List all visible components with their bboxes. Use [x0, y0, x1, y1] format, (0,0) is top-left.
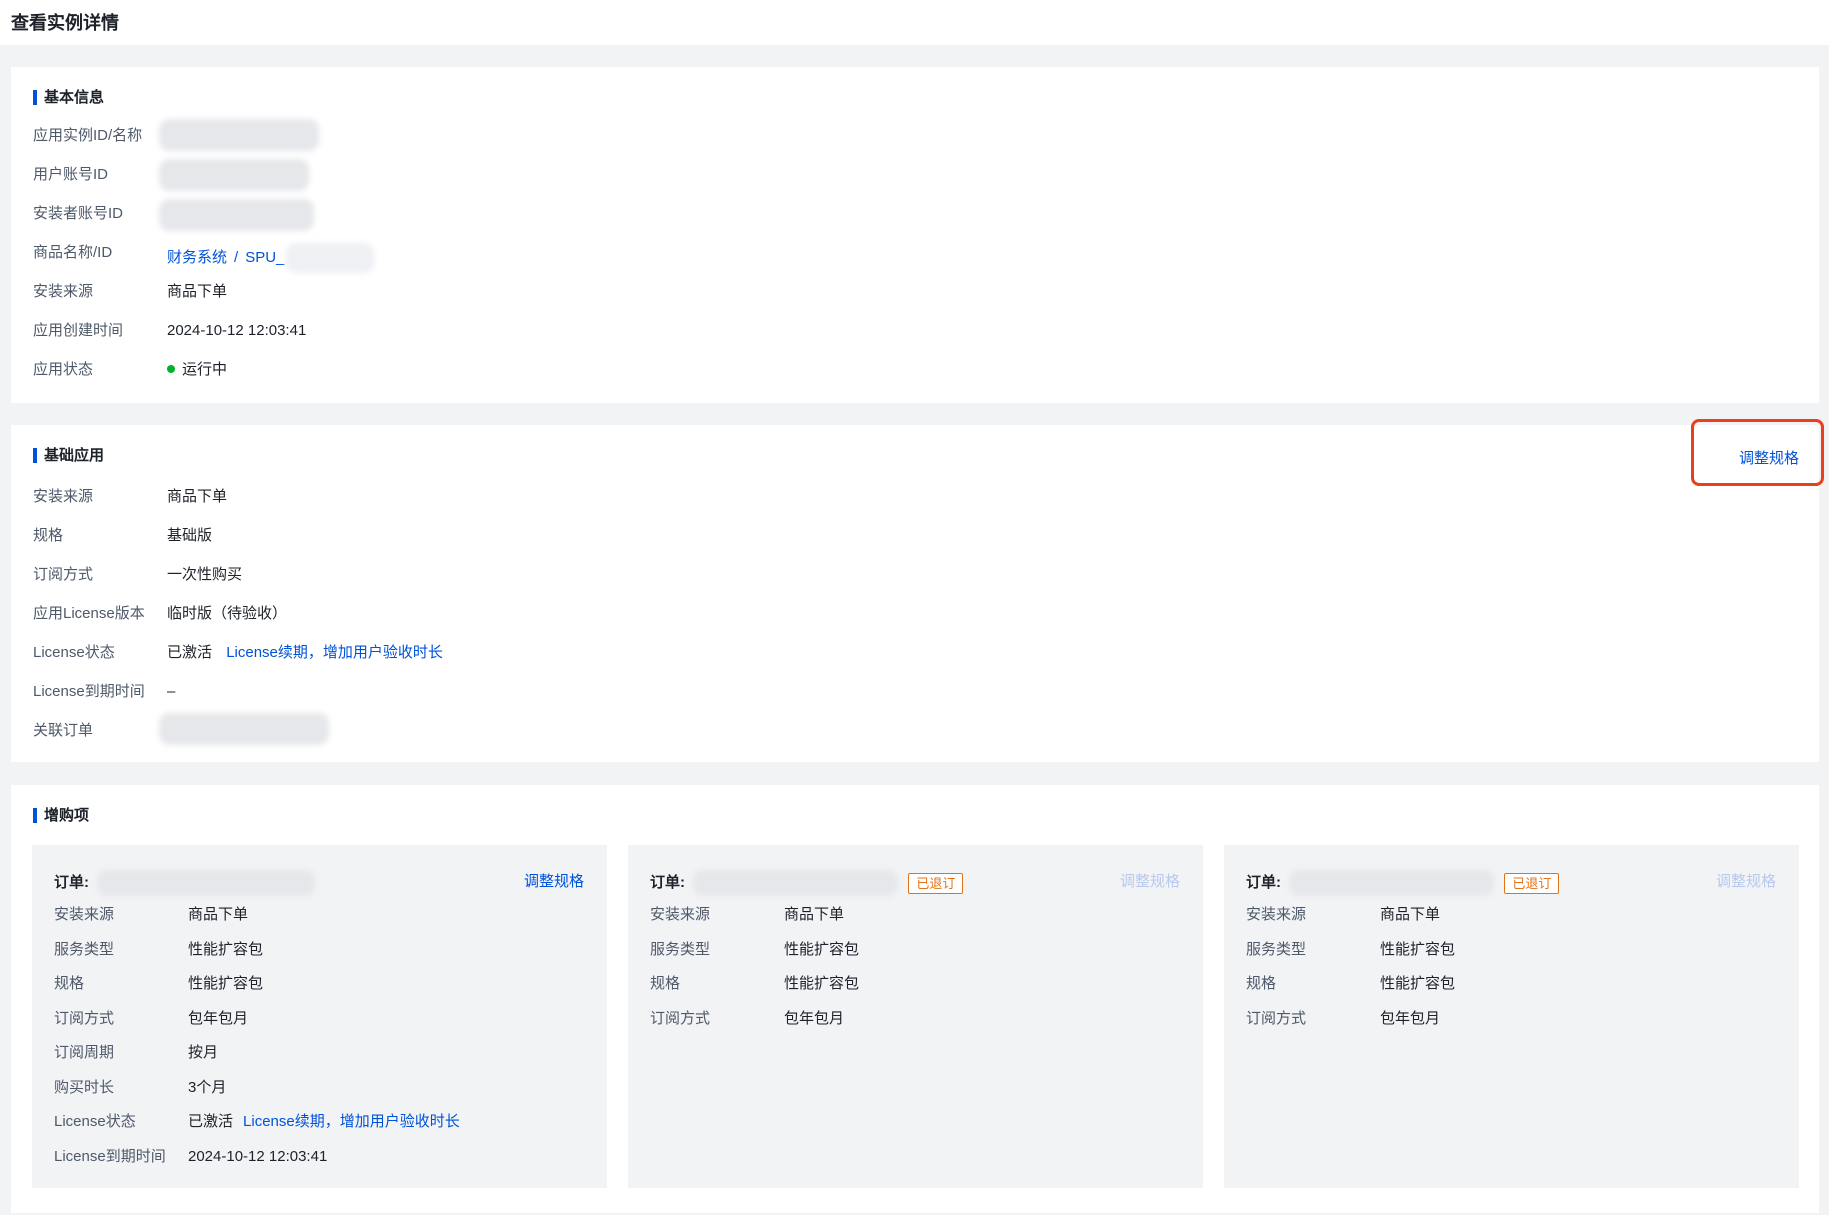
order-license-status: 已激活 License续期，增加用户验收时长 — [188, 1112, 460, 1132]
status-value: 运行中 — [167, 360, 227, 380]
info-value: 2024-10-12 12:03:41 — [167, 322, 307, 339]
info-label: 安装来源 — [33, 488, 94, 505]
order-row-label: 服务类型 — [650, 941, 711, 958]
order-header: 订单: 已退订 调整规格 — [650, 870, 1180, 896]
info-label: 商品名称/ID — [33, 244, 113, 261]
addon-order-card: 订单: 已退订 调整规格 安装来源 商品下单 服务类型 性能扩容包 规格 性能扩容包 … — [1224, 845, 1799, 1188]
order-label: 订单: — [1246, 873, 1281, 891]
order-label: 订单: — [54, 873, 89, 891]
addon-card: 增购项 订单: 调整规格 安装来源 商品下单 服务类型 性能扩容包 规格 性能扩容包 … — [11, 785, 1819, 1213]
order-row-value: 按月 — [188, 1044, 219, 1061]
order-row-value: 性能扩容包 — [188, 975, 264, 992]
redacted-order-id — [693, 870, 899, 896]
order-row-label: 安装来源 — [54, 906, 115, 923]
info-value: – — [167, 683, 176, 700]
info-label: 应用创建时间 — [33, 322, 124, 339]
order-row-label: 订阅周期 — [54, 1044, 115, 1061]
info-label: 用户账号ID — [33, 166, 109, 183]
info-label: 应用状态 — [33, 361, 94, 378]
license-status-text: 已激活 — [167, 644, 213, 661]
unsubscribed-badge: 已退订 — [1504, 872, 1560, 894]
info-label: 订阅方式 — [33, 566, 94, 583]
product-spu-link[interactable]: SPU_ — [245, 249, 284, 266]
order-row-value: 商品下单 — [188, 906, 249, 923]
order-row-value: 性能扩容包 — [1380, 941, 1456, 958]
info-label: 规格 — [33, 527, 64, 544]
base-app-title: 基础应用 — [33, 447, 104, 464]
order-adjust-spec-button[interactable]: 调整规格 — [1716, 870, 1776, 894]
order-row-value: 性能扩容包 — [784, 975, 860, 992]
page-header: 查看实例详情 — [0, 0, 1829, 45]
license-status-value: 已激活 License续期，增加用户验收时长 — [167, 643, 443, 663]
redacted-user-account — [159, 159, 309, 191]
info-value: 商品下单 — [167, 488, 228, 505]
basic-info-card: 基本信息 应用实例ID/名称 用户账号ID 安装者账号ID 商品名称/ID 财务… — [11, 67, 1819, 403]
order-row-label: 安装来源 — [650, 906, 711, 923]
related-order-value — [159, 713, 329, 745]
order-row-label: 订阅方式 — [650, 1010, 711, 1027]
order-row-label: 规格 — [650, 975, 681, 992]
order-row-label: 订阅方式 — [54, 1010, 115, 1027]
order-row-value: 包年包月 — [1380, 1010, 1441, 1027]
redacted-order-id — [1289, 870, 1495, 896]
order-header: 订单: 调整规格 — [54, 870, 584, 896]
order-row-value: 包年包月 — [784, 1010, 845, 1027]
status-dot-icon — [167, 365, 175, 373]
redacted-installer-account — [159, 199, 314, 231]
highlight-annotation — [1691, 419, 1824, 486]
order-row-value: 性能扩容包 — [784, 941, 860, 958]
order-row-label: 安装来源 — [1246, 906, 1307, 923]
status-text: 运行中 — [182, 361, 228, 378]
product-value: 财务系统 / SPU_ — [167, 243, 375, 273]
order-row-value: 包年包月 — [188, 1010, 249, 1027]
info-label: 关联订单 — [33, 722, 94, 739]
redacted-order-id — [97, 870, 316, 896]
unsubscribed-badge: 已退订 — [908, 872, 964, 894]
info-value: 基础版 — [167, 527, 213, 544]
info-label: License到期时间 — [33, 683, 145, 700]
order-row-label: 规格 — [54, 975, 85, 992]
order-adjust-spec-button[interactable]: 调整规格 — [1120, 870, 1180, 894]
redacted-instance-id — [159, 119, 319, 151]
order-row-value: 性能扩容包 — [188, 941, 264, 958]
order-row-label: 服务类型 — [1246, 941, 1307, 958]
redacted-spu-id — [286, 243, 375, 273]
order-row-value: 2024-10-12 12:03:41 — [188, 1148, 328, 1165]
order-row-value: 3个月 — [188, 1079, 227, 1096]
base-app-card: 基础应用 调整规格 安装来源 商品下单 规格 基础版 订阅方式 一次性购买 应用… — [11, 425, 1819, 762]
order-row-label: 订阅方式 — [1246, 1010, 1307, 1027]
license-status-text: 已激活 — [188, 1113, 234, 1130]
order-row-value: 性能扩容包 — [1380, 975, 1456, 992]
order-row-value: 商品下单 — [1380, 906, 1441, 923]
order-adjust-spec-button[interactable]: 调整规格 — [524, 870, 584, 894]
order-license-renew-link[interactable]: License续期，增加用户验收时长 — [243, 1113, 460, 1130]
info-label: 应用实例ID/名称 — [33, 127, 143, 144]
order-header: 订单: 已退订 调整规格 — [1246, 870, 1776, 896]
redacted-related-order — [159, 713, 329, 745]
addon-title: 增购项 — [33, 807, 89, 824]
redacted-values — [159, 119, 327, 233]
info-value: 商品下单 — [167, 283, 228, 300]
order-row-label: 服务类型 — [54, 941, 115, 958]
product-separator: / — [234, 248, 239, 266]
order-row-label: License状态 — [54, 1113, 136, 1130]
info-value: 临时版（待验收） — [167, 605, 288, 622]
addon-order-card: 订单: 已退订 调整规格 安装来源 商品下单 服务类型 性能扩容包 规格 性能扩容包 … — [628, 845, 1203, 1188]
license-renew-link[interactable]: License续期，增加用户验收时长 — [226, 644, 443, 661]
basic-info-title: 基本信息 — [33, 89, 104, 106]
info-value: 一次性购买 — [167, 566, 243, 583]
order-label: 订单: — [650, 873, 685, 891]
addon-order-card: 订单: 调整规格 安装来源 商品下单 服务类型 性能扩容包 规格 性能扩容包 订阅方式… — [32, 845, 607, 1188]
product-name-link[interactable]: 财务系统 — [167, 249, 227, 266]
order-row-label: License到期时间 — [54, 1148, 166, 1165]
page-title: 查看实例详情 — [11, 13, 119, 33]
info-label: 应用License版本 — [33, 605, 145, 622]
order-row-label: 购买时长 — [54, 1079, 115, 1096]
order-row-value: 商品下单 — [784, 906, 845, 923]
info-label: License状态 — [33, 644, 115, 661]
order-row-label: 规格 — [1246, 975, 1277, 992]
info-label: 安装来源 — [33, 283, 94, 300]
info-label: 安装者账号ID — [33, 205, 124, 222]
